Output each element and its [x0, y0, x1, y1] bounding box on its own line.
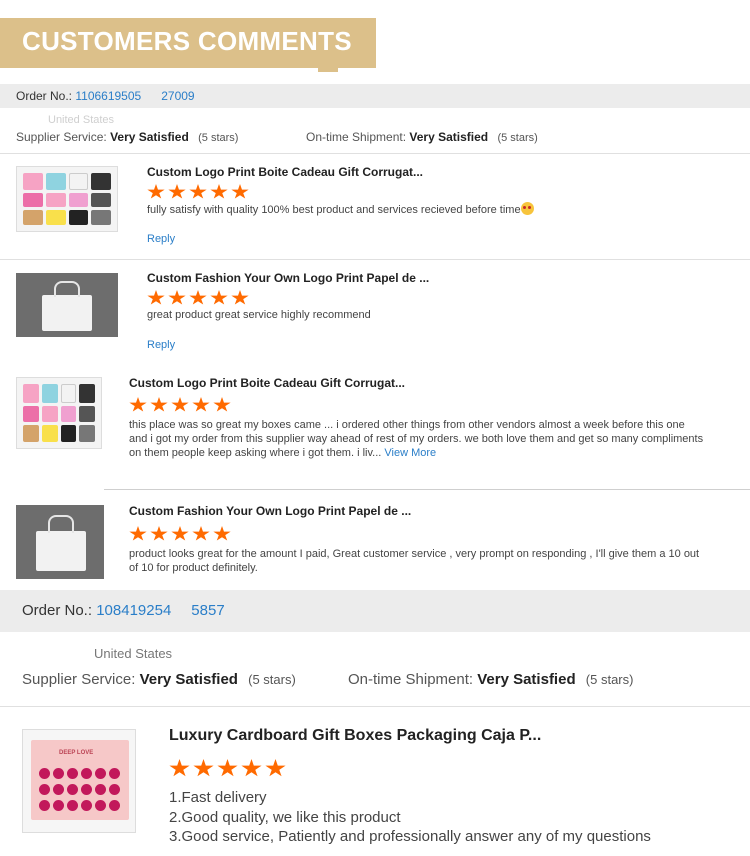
heart-eyes-emoji-icon	[520, 202, 534, 215]
star-icon	[193, 759, 214, 777]
star-icon	[147, 290, 165, 305]
star-icon	[150, 526, 168, 541]
star-icon	[129, 526, 147, 541]
page-title: CUSTOMERS COMMENTS	[22, 26, 352, 56]
order-number[interactable]: 1106619505 27009	[75, 89, 194, 103]
bag-handle-shape	[54, 281, 80, 297]
supplier-service-label: Supplier Service:	[22, 671, 136, 688]
order-bar: Order No.: 1106619505 27009	[0, 84, 750, 108]
comment-line: 3.Good service, Patiently and profession…	[169, 828, 651, 845]
star-icon	[168, 184, 186, 199]
star-icon	[213, 397, 231, 412]
shipment-label: On-time Shipment:	[306, 130, 407, 144]
order-label: Order No.:	[22, 602, 93, 619]
star-icon	[192, 526, 210, 541]
star-icon	[241, 759, 262, 777]
star-rating	[147, 290, 252, 306]
service-ratings: Supplier Service: Very Satisfied (5 star…	[16, 130, 238, 144]
banner-accent	[318, 68, 338, 72]
shipment-stars-note: (5 stars)	[497, 132, 538, 144]
supplier-service-label: Supplier Service:	[16, 130, 107, 144]
product-title[interactable]: Luxury Cardboard Gift Boxes Packaging Ca…	[169, 727, 541, 745]
order-label: Order No.:	[16, 89, 73, 103]
star-icon	[231, 184, 249, 199]
review-comment: great product great service highly recom…	[147, 309, 371, 321]
product-title[interactable]: Custom Fashion Your Own Logo Print Papel…	[129, 504, 411, 518]
star-icon	[217, 759, 238, 777]
comment-line: 2.Good quality, we like this product	[169, 808, 401, 826]
star-icon	[265, 759, 286, 777]
paper-bag-shape	[42, 295, 92, 331]
star-icon	[129, 397, 147, 412]
header-banner: CUSTOMERS COMMENTS	[0, 18, 376, 68]
star-icon	[171, 397, 189, 412]
product-title[interactable]: Custom Logo Print Boite Cadeau Gift Corr…	[129, 376, 405, 390]
divider	[0, 259, 750, 260]
shipment-ratings: On-time Shipment: Very Satisfied (5 star…	[348, 671, 633, 688]
star-icon	[213, 526, 231, 541]
divider	[104, 489, 750, 490]
review-comment: fully satisfy with quality 100% best pro…	[147, 202, 737, 217]
supplier-service-value: Very Satisfied	[139, 671, 238, 688]
star-icon	[189, 184, 207, 199]
star-icon	[150, 397, 168, 412]
order-number[interactable]: 108419254 5857	[96, 602, 224, 619]
star-icon	[210, 290, 228, 305]
review-comment: 1.Fast delivery 2.Good quality, we like …	[169, 788, 651, 847]
star-rating	[129, 526, 234, 542]
star-rating	[129, 397, 234, 413]
product-title[interactable]: Custom Logo Print Boite Cadeau Gift Corr…	[147, 165, 423, 179]
review-comment: product looks great for the amount I pai…	[129, 548, 700, 574]
product-thumbnail[interactable]: DEEP LOVE	[22, 729, 136, 833]
review-comment: this place was so great my boxes came ..…	[129, 419, 704, 459]
paper-bag-shape	[36, 531, 86, 571]
star-rating	[169, 759, 289, 778]
comment-line: 1.Fast delivery	[169, 789, 267, 806]
supplier-service-value: Very Satisfied	[110, 130, 189, 144]
service-ratings: Supplier Service: Very Satisfied (5 star…	[22, 671, 296, 688]
star-icon	[192, 397, 210, 412]
star-icon	[210, 184, 228, 199]
product-thumbnail[interactable]	[16, 505, 104, 579]
buyer-country: United States	[48, 114, 115, 126]
star-rating	[147, 184, 252, 200]
supplier-stars-note: (5 stars)	[198, 132, 239, 144]
star-icon	[169, 759, 190, 777]
product-title[interactable]: Custom Fashion Your Own Logo Print Papel…	[147, 271, 429, 285]
shipment-label: On-time Shipment:	[348, 671, 474, 688]
star-icon	[231, 290, 249, 305]
divider	[0, 706, 750, 707]
shipment-stars-note: (5 stars)	[585, 672, 634, 687]
shipment-ratings: On-time Shipment: Very Satisfied (5 star…	[306, 130, 538, 144]
product-thumbnail[interactable]	[16, 377, 102, 449]
view-more-link[interactable]: View More	[384, 447, 436, 459]
divider	[0, 153, 750, 154]
buyer-country: United States	[94, 646, 173, 661]
order-bar: Order No.: 108419254 5857	[0, 590, 750, 632]
reply-link[interactable]: Reply	[147, 233, 175, 245]
product-thumbnail[interactable]	[16, 273, 118, 337]
star-icon	[168, 290, 186, 305]
product-thumbnail[interactable]	[16, 166, 118, 232]
star-icon	[171, 526, 189, 541]
shipment-value: Very Satisfied	[409, 130, 489, 144]
shipment-value: Very Satisfied	[477, 671, 576, 688]
star-icon	[189, 290, 207, 305]
reply-link[interactable]: Reply	[147, 339, 175, 351]
star-icon	[147, 184, 165, 199]
box-lid-text: DEEP LOVE	[59, 750, 94, 756]
supplier-stars-note: (5 stars)	[248, 672, 296, 687]
bag-handle-shape	[48, 515, 74, 533]
